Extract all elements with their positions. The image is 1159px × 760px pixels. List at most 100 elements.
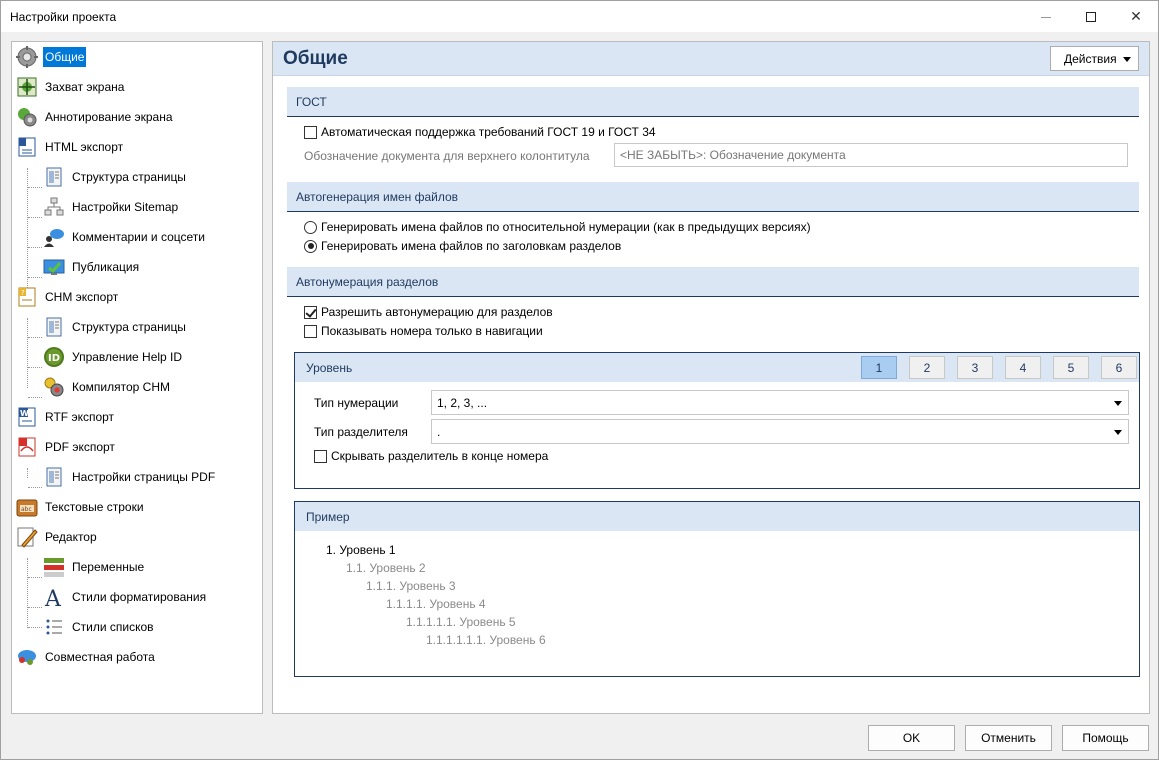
sidebar-item-label: CHM экспорт: [45, 290, 119, 304]
ok-button[interactable]: OK: [868, 725, 955, 751]
sidebar-item-sitemap[interactable]: Настройки Sitemap: [43, 195, 180, 219]
sidebar-item-label: Настройки страницы PDF: [72, 470, 216, 484]
sidebar-item-pdf-export[interactable]: PDF экспорт: [16, 435, 117, 459]
sidebar-item-label: Управление Help ID: [72, 350, 183, 364]
svg-text:?: ?: [21, 289, 25, 297]
comments-icon: [43, 226, 65, 248]
level-button-3[interactable]: 3: [957, 356, 993, 379]
level-button-4[interactable]: 4: [1005, 356, 1041, 379]
tree-connector: [28, 277, 42, 278]
level-button-label: 1: [875, 360, 883, 375]
section-title: ГОСТ: [296, 94, 327, 109]
example-line-2: 1.1. Уровень 2: [346, 561, 426, 575]
level-button-label: 4: [1019, 360, 1027, 375]
sidebar-item-html-page-structure[interactable]: Структура страницы: [43, 165, 188, 189]
sidebar-item-collaboration[interactable]: Совместная работа: [16, 645, 157, 669]
checkbox-box[interactable]: [314, 449, 327, 463]
maximize-icon: [1086, 12, 1096, 23]
help-button[interactable]: Помощь: [1062, 725, 1149, 751]
formatting-styles-icon: A: [43, 586, 65, 608]
level-title: Уровень: [306, 360, 353, 375]
allow-autonumber-checkbox[interactable]: Разрешить автонумерацию для разделов: [304, 303, 553, 321]
sidebar-item-chm-export[interactable]: ? CHM экспорт: [16, 285, 120, 309]
svg-text:W: W: [20, 409, 29, 418]
sidebar-item-editor[interactable]: Редактор: [16, 525, 99, 549]
sidebar-item-label: Стили списков: [72, 620, 154, 634]
tree-connector: [28, 627, 42, 628]
numbering-type-select[interactable]: 1, 2, 3, ...: [431, 390, 1129, 415]
sidebar-item-rtf-export[interactable]: W RTF экспорт: [16, 405, 116, 429]
chm-export-icon: ?: [16, 286, 38, 308]
help-label: Помощь: [1082, 731, 1129, 745]
publish-icon: [43, 256, 65, 278]
actions-dropdown-button[interactable]: Действия: [1050, 46, 1139, 71]
sidebar-item-text-strings[interactable]: abc Текстовые строки: [16, 495, 146, 519]
filenames-headings-radio[interactable]: Генерировать имена файлов по заголовкам …: [304, 237, 621, 255]
example-line-5: 1.1.1.1.1. Уровень 5: [406, 615, 516, 629]
sidebar-item-label: Структура страницы: [72, 320, 186, 334]
sidebar-item-help-id[interactable]: ID Управление Help ID: [43, 345, 184, 369]
window-title: Настройки проекта: [10, 10, 117, 24]
close-button[interactable]: ✕: [1113, 1, 1159, 32]
gear-icon: [16, 46, 38, 68]
sidebar-item-label: RTF экспорт: [45, 410, 115, 424]
example-line-4: 1.1.1.1. Уровень 4: [386, 597, 486, 611]
sidebar-item-screen-capture[interactable]: Захват экрана: [16, 75, 126, 99]
example-group: Пример 1. Уровень 1 1.1. Уровень 2 1.1.1…: [294, 501, 1140, 677]
level-button-1[interactable]: 1: [861, 356, 897, 379]
maximize-button[interactable]: [1068, 1, 1114, 32]
tree-connector: [28, 247, 42, 248]
sidebar-item-label: Стили форматирования: [72, 590, 207, 604]
level-group-header: Уровень 1 2 3 4 5 6: [295, 353, 1139, 382]
editor-icon: [16, 526, 38, 548]
page-structure-icon: [43, 316, 65, 338]
sidebar-item-chm-page-structure[interactable]: Структура страницы: [43, 315, 188, 339]
example-line-6: 1.1.1.1.1.1. Уровень 6: [426, 633, 546, 647]
gost-auto-support-checkbox[interactable]: Автоматическая поддержка требований ГОСТ…: [304, 123, 656, 141]
radio-circle[interactable]: [304, 239, 317, 253]
section-gost-header: ГОСТ: [287, 87, 1139, 117]
sidebar-item-chm-compiler[interactable]: Компилятор CHM: [43, 375, 172, 399]
sidebar-item-pdf-page-settings[interactable]: Настройки страницы PDF: [43, 465, 217, 489]
level-button-6[interactable]: 6: [1101, 356, 1137, 379]
chevron-down-icon: [1114, 401, 1122, 406]
sidebar-item-list-styles[interactable]: Стили списков: [43, 615, 156, 639]
level-button-label: 3: [971, 360, 979, 375]
sidebar-item-label: Структура страницы: [72, 170, 186, 184]
actions-label: Действия: [1064, 51, 1117, 66]
checkbox-box[interactable]: [304, 305, 317, 319]
sidebar-item-label: Комментарии и соцсети: [72, 230, 205, 244]
collaboration-icon: [16, 646, 38, 668]
radio-circle[interactable]: [304, 220, 317, 234]
separator-type-select[interactable]: .: [431, 419, 1129, 444]
cancel-button[interactable]: Отменить: [965, 725, 1052, 751]
sidebar-item-html-export[interactable]: HTML экспорт: [16, 135, 125, 159]
sidebar-item-comments[interactable]: Комментарии и соцсети: [43, 225, 207, 249]
sidebar-item-formatting-styles[interactable]: A Стили форматирования: [43, 585, 208, 609]
nav-only-checkbox[interactable]: Показывать номера только в навигации: [304, 322, 543, 340]
cancel-label: Отменить: [981, 731, 1036, 745]
checkbox-label: Автоматическая поддержка требований ГОСТ…: [321, 125, 656, 139]
doc-designation-input[interactable]: <НЕ ЗАБЫТЬ>: Обозначение документа: [614, 143, 1128, 167]
sidebar-item-label: Публикация: [72, 260, 140, 274]
hide-separator-checkbox[interactable]: Скрывать разделитель в конце номера: [314, 447, 548, 465]
sidebar-item-label: Аннотирование экрана: [45, 110, 173, 124]
sidebar-item-general[interactable]: Общие: [16, 45, 87, 69]
level-button-5[interactable]: 5: [1053, 356, 1089, 379]
minimize-button[interactable]: [1023, 1, 1069, 32]
separator-type-value: .: [437, 425, 441, 439]
level-button-2[interactable]: 2: [909, 356, 945, 379]
sidebar-item-variables[interactable]: Переменные: [43, 555, 146, 579]
example-group-header: Пример: [295, 502, 1139, 531]
sidebar-item-label: Совместная работа: [45, 650, 155, 664]
sidebar-item-annotation[interactable]: Аннотирование экрана: [16, 105, 175, 129]
sidebar-item-publish[interactable]: Публикация: [43, 255, 141, 279]
html-export-icon: [16, 136, 38, 158]
list-styles-icon: [43, 616, 65, 638]
sidebar-item-label: Захват экрана: [45, 80, 125, 94]
close-icon: ✕: [1130, 8, 1142, 24]
filenames-numbering-radio[interactable]: Генерировать имена файлов по относительн…: [304, 218, 811, 236]
checkbox-box[interactable]: [304, 125, 317, 139]
tree-connector: [27, 318, 28, 388]
checkbox-box[interactable]: [304, 324, 317, 338]
